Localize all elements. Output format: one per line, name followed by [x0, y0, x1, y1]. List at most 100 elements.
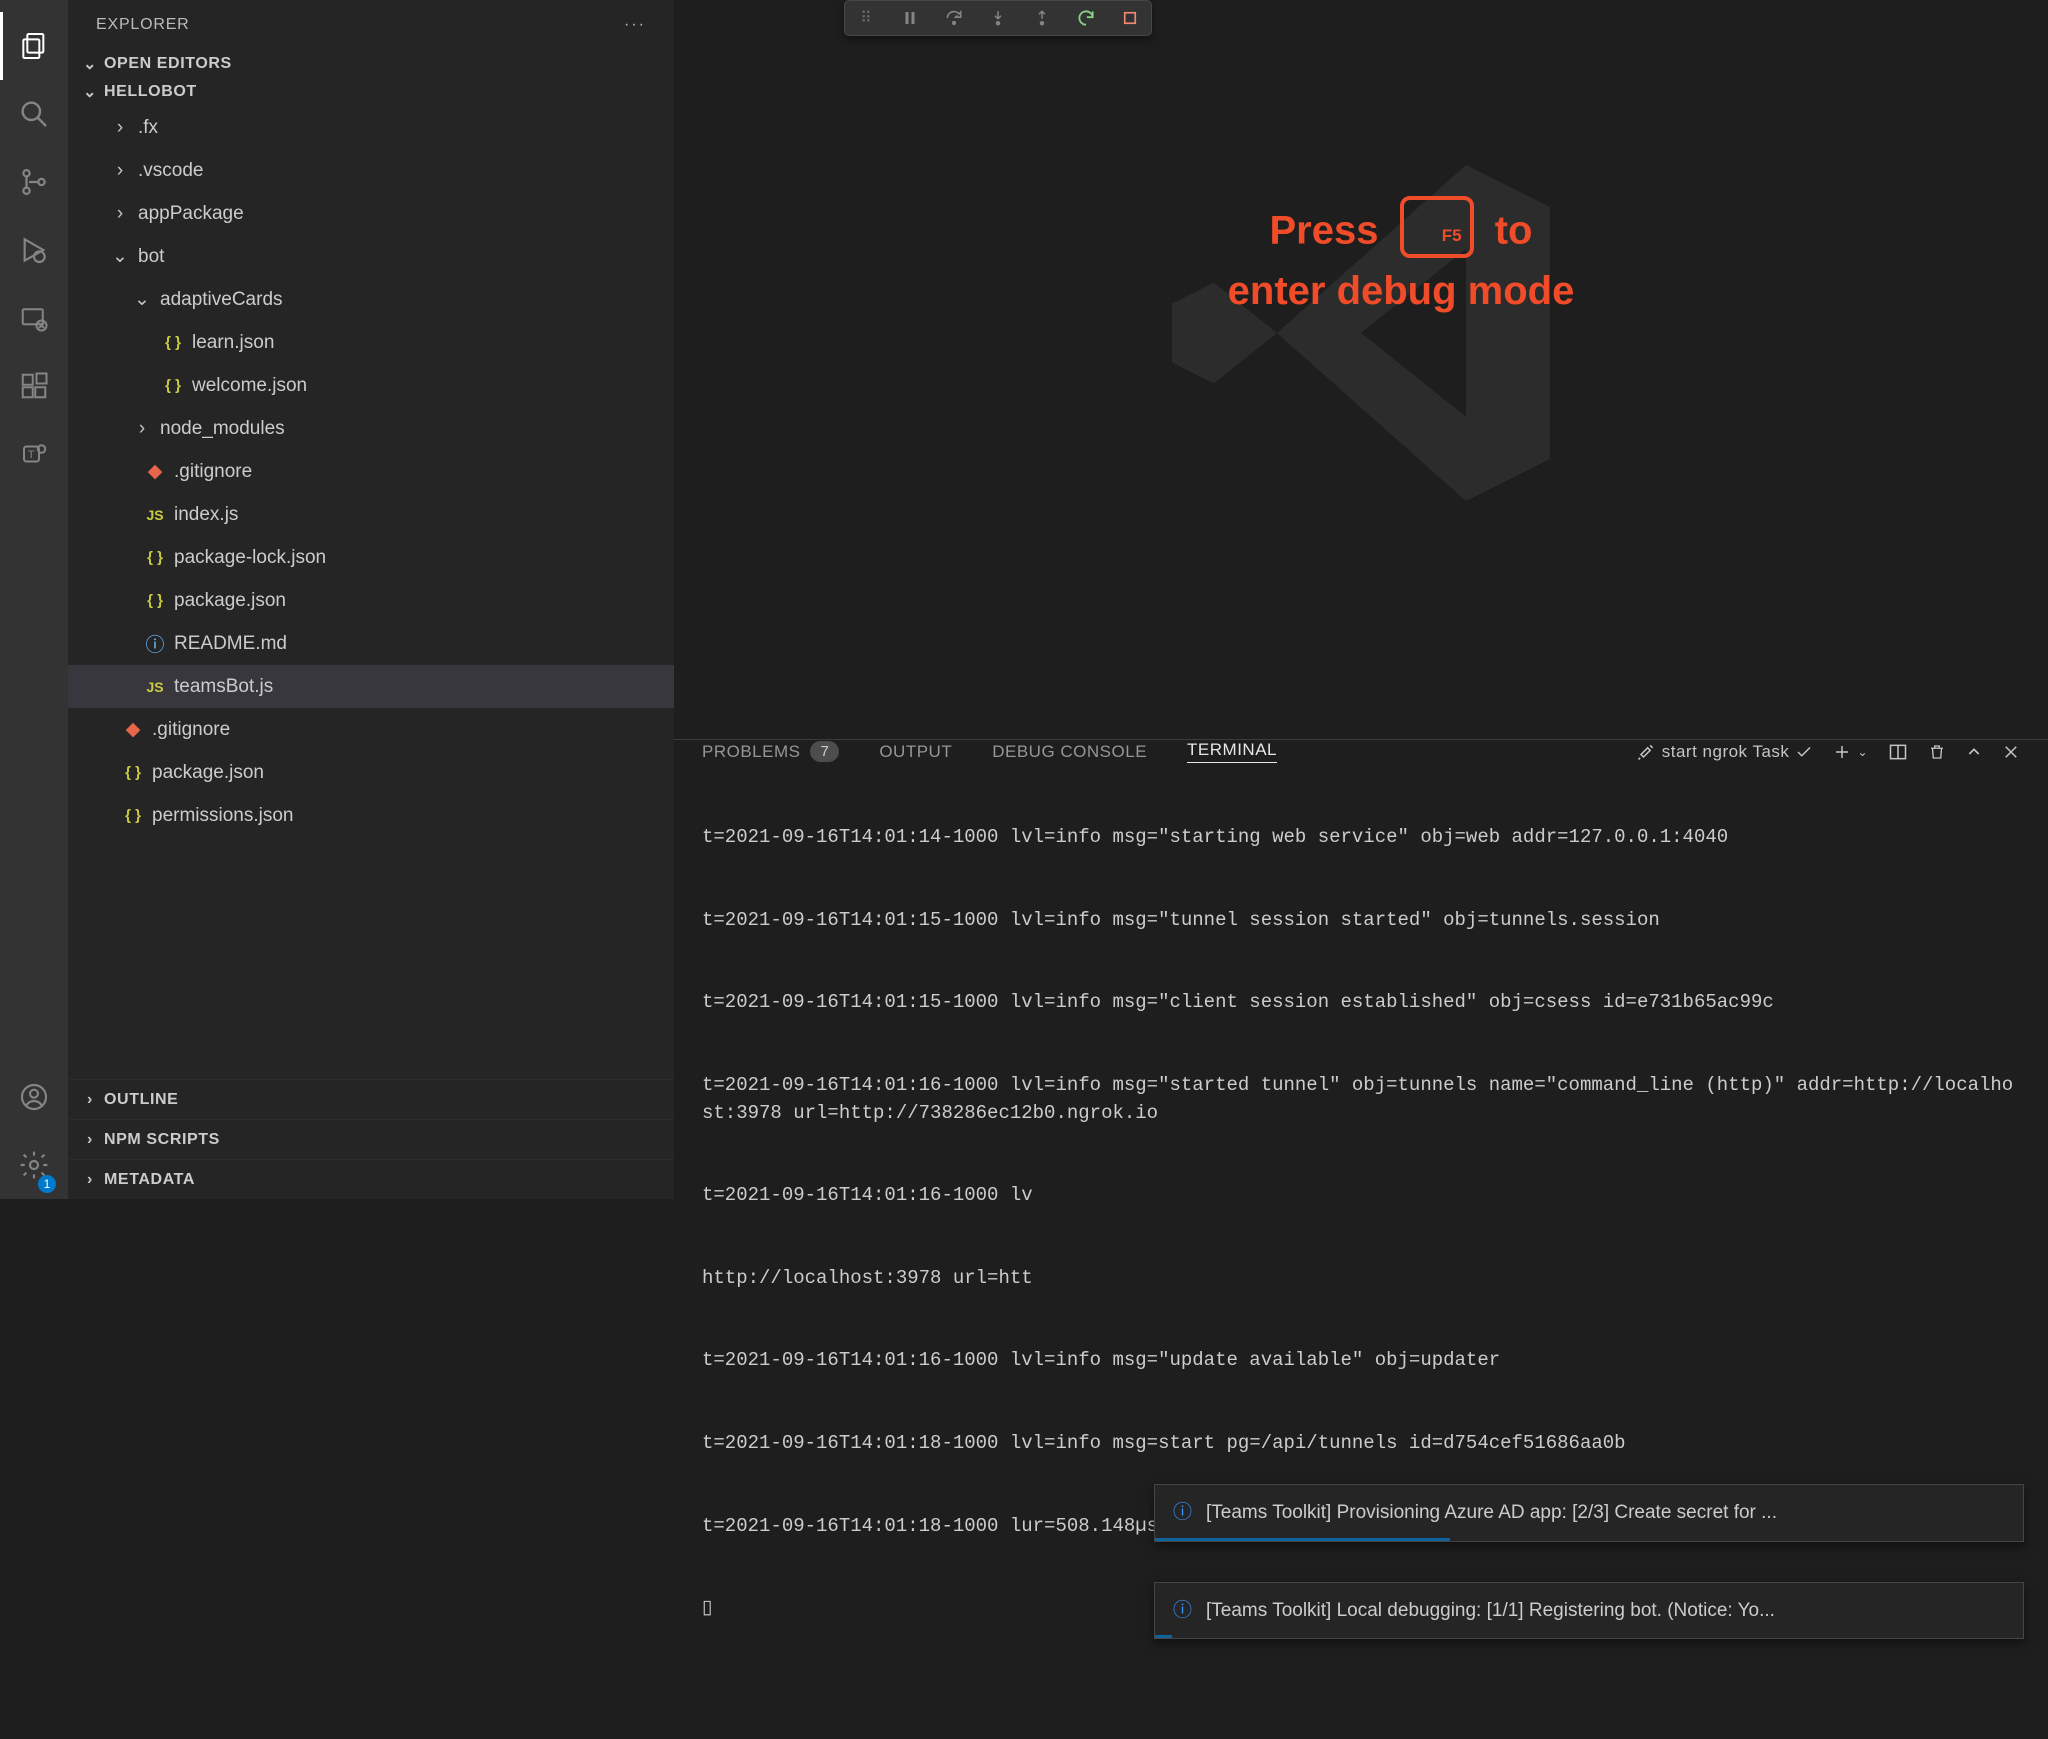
hint-text: to — [1495, 208, 1533, 252]
js-icon: JS — [144, 507, 166, 523]
settings-icon[interactable]: 1 — [0, 1131, 68, 1199]
terminal-line: t=2021-09-16T14:01:16-1000 lvl=info msg=… — [702, 1347, 2020, 1375]
accounts-icon[interactable] — [0, 1063, 68, 1131]
label: .fx — [138, 117, 158, 139]
chevron-right-icon: › — [80, 1131, 100, 1149]
label: bot — [138, 246, 164, 268]
label: README.md — [174, 633, 287, 655]
more-icon[interactable]: ··· — [624, 16, 646, 34]
teams-toolkit-icon[interactable]: T — [0, 420, 68, 488]
label: package.json — [174, 590, 286, 612]
search-icon[interactable] — [0, 80, 68, 148]
file-permissions[interactable]: { }permissions.json — [68, 794, 674, 837]
bottom-sections: ›OUTLINE ›NPM SCRIPTS ›METADATA — [68, 1079, 674, 1199]
toast-provisioning[interactable]: ⓘ [Teams Toolkit] Provisioning Azure AD … — [1154, 1484, 2024, 1542]
chevron-down-icon: ⌄ — [80, 82, 100, 102]
task-label[interactable]: start ngrok Task — [1636, 742, 1814, 762]
file-index-js[interactable]: JSindex.js — [68, 493, 674, 536]
run-debug-icon[interactable] — [0, 216, 68, 284]
npm-scripts-header[interactable]: ›NPM SCRIPTS — [68, 1119, 674, 1159]
close-panel-icon[interactable] — [2002, 743, 2020, 761]
extensions-icon[interactable] — [0, 352, 68, 420]
label: .gitignore — [152, 719, 230, 741]
terminal-output[interactable]: t=2021-09-16T14:01:14-1000 lvl=info msg=… — [674, 763, 2048, 1739]
info-icon: ⓘ — [1173, 1499, 1192, 1527]
bottom-panel: PROBLEMS 7 OUTPUT DEBUG CONSOLE TERMINAL… — [674, 739, 2048, 1199]
file-teamsbot-js[interactable]: JSteamsBot.js — [68, 665, 674, 708]
tab-terminal[interactable]: TERMINAL — [1187, 740, 1277, 763]
stop-icon[interactable] — [1119, 7, 1141, 29]
explorer-icon[interactable] — [0, 12, 68, 80]
chevron-right-icon: › — [110, 203, 130, 225]
toast-debugging[interactable]: ⓘ [Teams Toolkit] Local debugging: [1/1]… — [1154, 1582, 2024, 1640]
debug-toolbar[interactable]: ⠿ — [844, 0, 1152, 36]
outline-header[interactable]: ›OUTLINE — [68, 1079, 674, 1119]
toast-text: [Teams Toolkit] Local debugging: [1/1] R… — [1206, 1597, 1775, 1625]
label: start ngrok Task — [1662, 742, 1790, 762]
file-package-bot[interactable]: { } package.json — [68, 579, 674, 622]
label: appPackage — [138, 203, 244, 225]
project-header[interactable]: ⌄ HELLOBOT — [68, 78, 674, 106]
tab-problems[interactable]: PROBLEMS 7 — [702, 741, 839, 762]
drag-grip-icon[interactable]: ⠿ — [855, 7, 877, 29]
vscode-watermark-icon — [1151, 123, 1571, 616]
tab-debug-console[interactable]: DEBUG CONSOLE — [992, 742, 1147, 762]
json-icon: { } — [162, 377, 184, 394]
metadata-header[interactable]: ›METADATA — [68, 1159, 674, 1199]
editor-area: ⠿ Press F5 to enter debug mode PROBLEMS … — [674, 0, 2048, 1199]
folder-vscode[interactable]: › .vscode — [68, 149, 674, 192]
terminal-line: t=2021-09-16T14:01:16-1000 lvl=info msg=… — [702, 1072, 2020, 1127]
folder-adaptivecards[interactable]: ⌄adaptiveCards — [68, 278, 674, 321]
remote-explorer-icon[interactable] — [0, 284, 68, 352]
file-gitignore-bot[interactable]: ◆ .gitignore — [68, 450, 674, 493]
json-icon: { } — [144, 592, 166, 609]
label: .gitignore — [174, 461, 252, 483]
file-package-root[interactable]: { }package.json — [68, 751, 674, 794]
label: METADATA — [104, 1171, 195, 1189]
sidebar-header: EXPLORER ··· — [68, 0, 674, 50]
trash-icon[interactable] — [1928, 743, 1946, 761]
chevron-right-icon: › — [110, 160, 130, 182]
explorer-sidebar: EXPLORER ··· ⌄ OPEN EDITORS ⌄ HELLOBOT ›… — [68, 0, 674, 1199]
file-learn-json[interactable]: { }learn.json — [68, 321, 674, 364]
new-terminal-icon[interactable]: ⌄ — [1833, 743, 1868, 761]
file-package-lock[interactable]: { }package-lock.json — [68, 536, 674, 579]
json-icon: { } — [144, 549, 166, 566]
open-editors-header[interactable]: ⌄ OPEN EDITORS — [68, 50, 674, 78]
restart-icon[interactable] — [1075, 7, 1097, 29]
git-icon: ◆ — [122, 718, 144, 741]
file-readme[interactable]: ⓘREADME.md — [68, 622, 674, 665]
label: NPM SCRIPTS — [104, 1131, 220, 1149]
project-label: HELLOBOT — [104, 83, 197, 101]
folder-bot[interactable]: ⌄bot — [68, 235, 674, 278]
chevron-down-icon: ⌄ — [80, 54, 100, 74]
step-out-icon — [1031, 7, 1053, 29]
json-icon: { } — [122, 807, 144, 824]
folder-node-modules[interactable]: ›node_modules — [68, 407, 674, 450]
label: .vscode — [138, 160, 203, 182]
json-icon: { } — [162, 334, 184, 351]
split-terminal-icon[interactable] — [1888, 742, 1908, 762]
folder-apppackage[interactable]: › appPackage — [68, 192, 674, 235]
hint-text: enter debug mode — [1228, 269, 1575, 313]
chevron-down-icon: ⌄ — [132, 288, 152, 311]
folder-fx[interactable]: ›.fx — [68, 106, 674, 149]
check-icon — [1795, 743, 1813, 761]
git-icon: ◆ — [144, 460, 166, 483]
file-welcome-json[interactable]: { }welcome.json — [68, 364, 674, 407]
label: teamsBot.js — [174, 676, 273, 698]
tools-icon — [1636, 742, 1656, 762]
maximize-panel-icon[interactable] — [1966, 744, 1982, 760]
json-icon: { } — [122, 764, 144, 781]
tab-output[interactable]: OUTPUT — [879, 742, 952, 762]
sidebar-title: EXPLORER — [96, 16, 190, 34]
terminal-line: http://localhost:3978 url=htt — [702, 1265, 2020, 1293]
label: PROBLEMS — [702, 742, 800, 762]
file-gitignore-root[interactable]: ◆ .gitignore — [68, 708, 674, 751]
problems-count: 7 — [810, 741, 839, 762]
editor-body: Press F5 to enter debug mode — [674, 0, 2048, 739]
hint-text: Press — [1269, 208, 1378, 252]
panel-tabs: PROBLEMS 7 OUTPUT DEBUG CONSOLE TERMINAL… — [674, 740, 2048, 763]
source-control-icon[interactable] — [0, 148, 68, 216]
terminal-line: t=2021-09-16T14:01:15-1000 lvl=info msg=… — [702, 989, 2020, 1017]
